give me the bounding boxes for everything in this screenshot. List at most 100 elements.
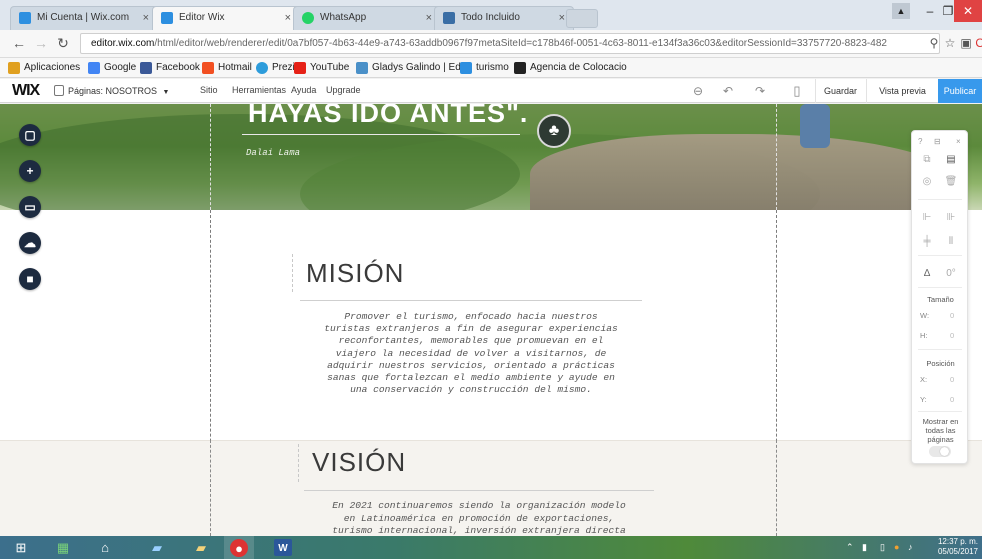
paste-icon[interactable]: ▤ [944,153,958,167]
bookmark-youtube[interactable]: YouTube [294,61,349,75]
mission-line: una conservación y construcción del mism… [350,384,592,396]
angle-icon[interactable]: 0° [944,267,958,281]
tab-todo-incluido[interactable]: Todo Incluido × [434,6,574,30]
hero-image-strip[interactable]: HAYAS IDO ANTES". Dalai Lama ♣ [0,104,982,210]
bookmark-google[interactable]: Google [88,61,136,75]
align-icon[interactable]: ⊩ [920,211,934,225]
file-explorer-icon[interactable]: ▰ [190,538,212,557]
page-selector-dropdown[interactable]: Páginas: NOSOTROS ▼ [54,84,169,98]
chrome-icon[interactable]: ● [230,539,248,557]
bookmark-agencia[interactable]: Agencia de Colocacio [514,61,627,75]
width-field[interactable]: 0 [950,311,954,320]
close-icon[interactable]: × [559,7,565,29]
menu-herramientas[interactable]: Herramientas [232,85,286,95]
battery-icon[interactable]: ▯ [880,542,885,553]
zoom-icon[interactable]: ⚲ [926,35,942,51]
reload-icon[interactable]: ↻ [54,34,72,52]
mission-heading[interactable]: MISIÓN [306,258,404,289]
folder-icon[interactable]: ▰ [146,538,168,557]
taskbar-clock[interactable]: 12:37 p. m. 05/05/2017 [936,537,980,557]
excel-icon[interactable]: ▦ [52,538,74,557]
home-icon[interactable]: ⌂ [94,538,116,557]
close-icon[interactable]: × [426,7,432,29]
width-label: W: [920,311,930,320]
blog-icon[interactable]: ■ [19,268,41,290]
youtube-icon [294,62,306,74]
rocks-shape [530,134,960,210]
bookmark-star-icon[interactable]: ☆ [942,35,958,51]
menu-sitio[interactable]: Sitio [200,85,218,95]
editor-canvas[interactable]: HAYAS IDO ANTES". Dalai Lama ♣ MISIÓN Pr… [0,104,982,536]
tab-whatsapp[interactable]: WhatsApp × [293,6,441,30]
network-icon[interactable]: ▮ [862,542,867,553]
align-center-icon[interactable]: ╪ [920,235,934,249]
add-app-icon[interactable]: ▭ [19,196,41,218]
bookmark-label: Agencia de Colocacio [530,62,627,73]
volume-icon[interactable]: ♪ [908,542,913,552]
tab-mi-cuenta[interactable]: Mi Cuenta | Wix.com × [10,6,158,30]
vision-line: En 2021 continuaremos siendo la organiza… [332,500,626,511]
close-icon[interactable]: × [285,7,291,29]
mission-paragraph[interactable]: Promover el turismo, enfocado hacia nues… [300,311,642,396]
close-icon[interactable]: × [143,7,149,29]
publish-button[interactable]: Publicar [938,79,982,103]
forward-arrow-icon[interactable]: → [32,34,50,52]
help-icon[interactable]: ? [918,137,922,146]
minimize-panel-icon[interactable]: ⊟ [934,137,941,146]
word-icon[interactable]: W [274,539,292,556]
opera-extension-icon[interactable]: O [972,35,982,51]
hero-quote-author[interactable]: Dalai Lama [246,148,300,158]
back-arrow-icon[interactable]: ← [10,34,28,52]
divider [918,199,962,200]
divider [918,255,962,256]
delete-icon[interactable]: 🗑 [944,175,958,189]
y-field[interactable]: 0 [950,395,954,404]
bookmark-prezi[interactable]: Prezi [256,61,295,75]
background-tool-icon[interactable]: ▢ [19,124,41,146]
vision-paragraph[interactable]: En 2021 continuaremos siendo la organiza… [304,500,654,536]
notification-icon[interactable]: ● [894,542,899,552]
vision-heading[interactable]: VISIÓN [312,447,406,478]
bookmarks-bar: Aplicaciones Google Facebook Hotmail Pre… [0,58,982,78]
palm-tree-logo-icon[interactable]: ♣ [537,114,571,148]
hero-quote-title[interactable]: HAYAS IDO ANTES". [248,104,528,129]
user-profile-icon[interactable]: ▲ [892,3,910,19]
tab-title: Todo Incluido [461,12,520,23]
redo-icon[interactable]: ↷ [752,83,768,99]
bookmark-hotmail[interactable]: Hotmail [202,61,252,75]
x-field[interactable]: 0 [950,375,954,384]
bookmark-facebook[interactable]: Facebook [140,61,200,75]
url-input[interactable]: editor.wix.com/html/editor/web/renderer/… [80,33,940,54]
close-icon[interactable]: × [956,137,961,146]
bookmark-aplicaciones[interactable]: Aplicaciones [8,61,80,75]
mobile-view-icon[interactable]: ▯ [789,83,805,99]
bookmark-gladys-galindo[interactable]: Gladys Galindo | Edi [356,61,463,75]
menu-upgrade[interactable]: Upgrade [326,85,361,95]
menu-ayuda[interactable]: Ayuda [291,85,316,95]
duplicate-icon[interactable]: ◎ [920,175,934,189]
screen: Mi Cuenta | Wix.com × Editor Wix × Whats… [0,0,982,559]
tab-editor-wix[interactable]: Editor Wix × [152,6,300,30]
add-element-icon[interactable]: + [19,160,41,182]
match-size-icon[interactable]: ⫴ [944,235,958,249]
height-field[interactable]: 0 [950,331,954,340]
show-on-all-pages-toggle[interactable] [929,446,951,457]
save-button[interactable]: Guardar [815,79,865,103]
inspector-panel[interactable]: ? ⊟ × ⧉ ▤ ◎ 🗑 ⊩ ⊪ ╪ ⫴ ∆ 0° Tamaño W: 0 H… [911,130,968,464]
apps-grid-icon [8,62,20,74]
copy-icon[interactable]: ⧉ [920,153,934,167]
undo-icon[interactable]: ↶ [720,83,736,99]
rotate-icon[interactable]: ∆ [920,267,934,281]
new-tab-button[interactable] [566,9,598,28]
google-icon [88,62,100,74]
tray-arrow-icon[interactable]: ⌃ [846,542,854,553]
hiker-figure [800,104,830,148]
bookmark-turismo[interactable]: turismo [460,61,509,75]
distribute-icon[interactable]: ⊪ [944,211,958,225]
page-favicon-icon [443,12,455,24]
window-close-button[interactable]: ✕ [954,0,982,22]
windows-start-icon[interactable]: ⊞ [10,538,32,557]
zoom-out-icon[interactable]: ⊖ [690,83,706,99]
upload-media-icon[interactable]: ☁ [19,232,41,254]
preview-button[interactable]: Vista previa [866,79,938,103]
